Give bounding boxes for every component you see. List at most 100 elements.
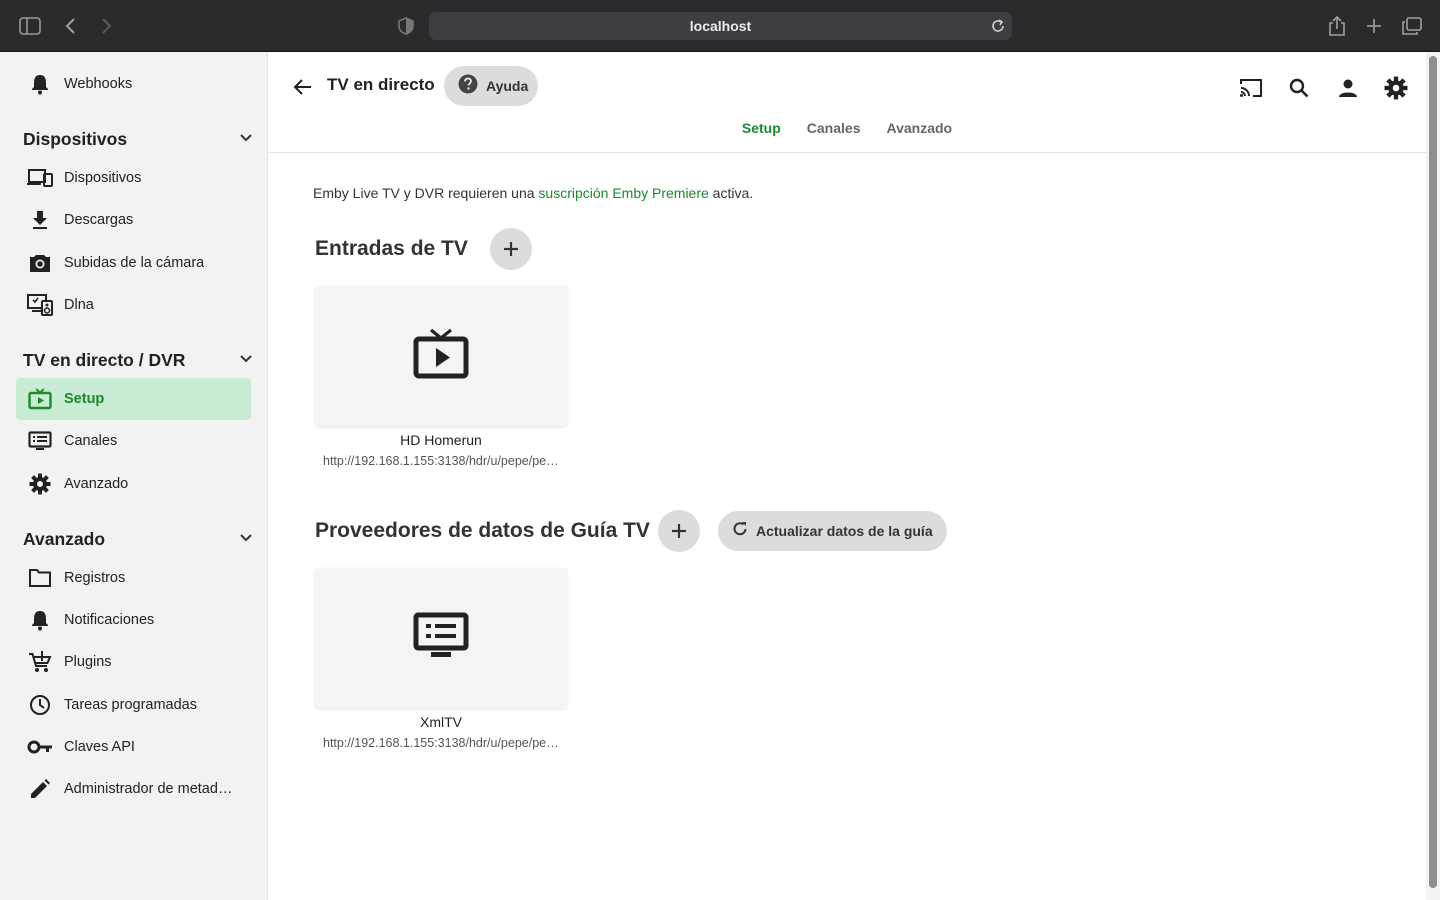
pencil-icon: [16, 778, 64, 800]
gear-icon: [16, 473, 64, 495]
browser-back-icon[interactable]: [59, 14, 83, 38]
tab-canales[interactable]: Canales: [807, 120, 861, 136]
tab-bar: Setup Canales Avanzado: [268, 120, 1426, 136]
sidebar-item-label: Tareas programadas: [64, 697, 197, 713]
back-button[interactable]: [290, 74, 316, 100]
sidebar-item-subidas-camara[interactable]: Subidas de la cámara: [16, 242, 251, 284]
card-subtitle: http://192.168.1.155:3138/hdr/u/pepe/pep…: [323, 736, 564, 750]
address-bar[interactable]: localhost: [429, 12, 1012, 40]
sidebar-item-label: Setup: [64, 391, 105, 407]
devices-icon: [16, 169, 64, 187]
chevron-down-icon: [239, 530, 253, 548]
card-title: XmlTV: [420, 714, 462, 730]
tv-input-card[interactable]: HD Homerun http://192.168.1.155:3138/hdr…: [315, 286, 567, 468]
download-icon: [16, 210, 64, 230]
refresh-icon: [732, 521, 748, 542]
key-icon: [16, 739, 64, 755]
card-subtitle: http://192.168.1.155:3138/hdr/u/pepe/pep…: [323, 454, 564, 468]
section-title: TV en directo / DVR: [23, 349, 186, 370]
cast-icon[interactable]: [1237, 74, 1265, 102]
premiere-link[interactable]: suscripción Emby Premiere: [538, 185, 708, 201]
sidebar-item-descargas[interactable]: Descargas: [16, 199, 251, 241]
sidebar-item-dlna[interactable]: Dlna: [16, 284, 251, 326]
arrow-left-icon: [293, 79, 311, 95]
help-button[interactable]: Ayuda: [444, 66, 538, 106]
section-title: Avanzado: [23, 528, 106, 549]
card-image: [315, 568, 567, 708]
search-icon[interactable]: [1285, 74, 1313, 102]
bell-icon: [16, 609, 64, 631]
sidebar-item-label: Avanzado: [64, 476, 129, 492]
section-header-tv-directo[interactable]: TV en directo / DVR: [23, 345, 253, 375]
main-content: TV en directo Ayuda Setup Canales Avanza…: [268, 52, 1426, 900]
sidebar-item-label: Plugins: [64, 654, 112, 670]
browser-forward-icon[interactable]: [94, 14, 118, 38]
tab-overview-icon[interactable]: [1400, 14, 1424, 38]
sidebar-item-label: Webhooks: [64, 76, 133, 92]
card-title: HD Homerun: [400, 432, 482, 448]
guide-icon: [413, 612, 469, 665]
section-title: Dispositivos: [23, 128, 128, 149]
camera-icon: [16, 253, 64, 273]
add-guide-provider-button[interactable]: [658, 510, 700, 552]
address-text: localhost: [689, 18, 752, 34]
guide-providers-title: Proveedores de datos de Guía TV: [315, 519, 650, 542]
browser-toolbar: localhost: [0, 0, 1440, 52]
help-icon: [458, 74, 478, 99]
refresh-guide-button[interactable]: Actualizar datos de la guía: [718, 511, 947, 551]
tv-inputs-title: Entradas de TV: [315, 237, 468, 260]
plus-icon: [504, 242, 518, 256]
cart-icon: [16, 651, 64, 673]
sidebar-item-webhooks[interactable]: Webhooks: [16, 63, 251, 105]
dlna-icon: [16, 294, 64, 316]
reload-icon[interactable]: [990, 18, 1006, 34]
sidebar-item-notificaciones[interactable]: Notificaciones: [16, 599, 251, 641]
sidebar-item-tareas-programadas[interactable]: Tareas programadas: [16, 684, 251, 726]
section-header-avanzado[interactable]: Avanzado: [23, 524, 253, 554]
page-title: TV en directo: [327, 75, 435, 94]
sidebar-item-label: Descargas: [64, 212, 134, 228]
chevron-down-icon: [239, 351, 253, 369]
sidebar-item-avanzado-tv[interactable]: Avanzado: [16, 463, 251, 505]
sidebar-item-label: Notificaciones: [64, 612, 155, 628]
sidebar-item-setup[interactable]: Setup: [16, 378, 251, 420]
sidebar: Webhooks Dispositivos Dispositivos Desca…: [0, 52, 268, 900]
add-tv-input-button[interactable]: [490, 228, 532, 270]
user-icon[interactable]: [1334, 74, 1362, 102]
privacy-shield-icon[interactable]: [394, 14, 418, 38]
bell-icon: [16, 73, 64, 95]
notice-text-after: activa.: [708, 185, 754, 201]
tab-setup[interactable]: Setup: [742, 120, 781, 136]
chevron-down-icon: [239, 130, 253, 148]
sidebar-item-label: Dlna: [64, 297, 94, 313]
folder-icon: [16, 568, 64, 588]
guide-provider-card[interactable]: XmlTV http://192.168.1.155:3138/hdr/u/pe…: [315, 568, 567, 750]
clock-icon: [16, 694, 64, 716]
sidebar-item-label: Canales: [64, 433, 118, 449]
sidebar-item-canales[interactable]: Canales: [16, 420, 251, 462]
card-image: [315, 286, 567, 426]
sidebar-toggle-icon[interactable]: [18, 14, 42, 38]
sidebar-item-plugins[interactable]: Plugins: [16, 641, 251, 683]
refresh-guide-label: Actualizar datos de la guía: [756, 523, 933, 539]
sidebar-item-label: Dispositivos: [64, 170, 142, 186]
tab-avanzado[interactable]: Avanzado: [886, 120, 952, 136]
live-tv-icon: [16, 388, 64, 410]
notice-text-before: Emby Live TV y DVR requieren una: [313, 185, 539, 201]
sidebar-item-label: Claves API: [64, 739, 135, 755]
plus-icon: [672, 524, 686, 538]
sidebar-item-claves-api[interactable]: Claves API: [16, 726, 251, 768]
scrollbar-thumb[interactable]: [1429, 56, 1437, 888]
section-header-dispositivos[interactable]: Dispositivos: [23, 124, 253, 154]
sidebar-item-dispositivos[interactable]: Dispositivos: [16, 157, 251, 199]
sidebar-item-label: Subidas de la cámara: [64, 255, 205, 271]
scrollbar[interactable]: [1426, 52, 1440, 900]
sidebar-item-metadata-manager[interactable]: Administrador de metadatos: [16, 768, 251, 810]
premiere-notice: Emby Live TV y DVR requieren una suscrip…: [313, 185, 753, 201]
sidebar-item-registros[interactable]: Registros: [16, 557, 251, 599]
new-tab-icon[interactable]: [1362, 14, 1386, 38]
share-icon[interactable]: [1325, 14, 1349, 38]
channels-icon: [16, 431, 64, 451]
help-label: Ayuda: [486, 78, 529, 94]
settings-gear-icon[interactable]: [1382, 74, 1410, 102]
